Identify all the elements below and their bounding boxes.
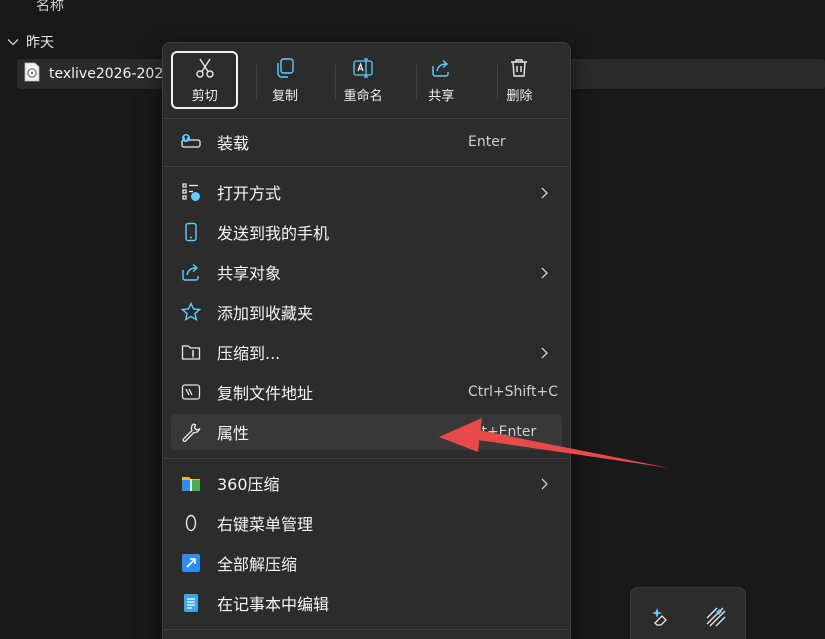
disc-image-file-icon	[23, 62, 41, 86]
scissors-icon	[194, 57, 216, 85]
cut-label: 剪切	[191, 88, 218, 104]
menu-item-label: 右键菜单管理	[217, 515, 314, 534]
chevron-right-icon	[539, 265, 551, 284]
copy-label: 复制	[272, 88, 299, 104]
menu-item-label: 添加到收藏夹	[217, 304, 314, 323]
rename-label: 重命名	[343, 88, 383, 104]
menu-item-label: 打开方式	[217, 184, 282, 203]
quickbar-divider	[256, 65, 257, 99]
group-label: 昨天	[26, 35, 54, 51]
quickbar-divider	[335, 65, 336, 99]
hatch-pattern-icon	[705, 606, 727, 632]
menu-item-properties[interactable]: 属性 Alt+Enter	[171, 414, 562, 450]
menu-item-label: 装载	[217, 134, 250, 153]
chevron-right-icon	[539, 185, 551, 204]
menu-item-label: 全部解压缩	[217, 555, 298, 574]
compress-folder-icon	[181, 342, 201, 362]
share-icon	[430, 57, 452, 85]
menu-item-copy-path[interactable]: 复制文件地址 Ctrl+Shift+C	[171, 374, 562, 410]
delete-button[interactable]: 删除	[484, 51, 555, 109]
column-header-name[interactable]: 名称	[36, 0, 64, 15]
menu-item-mount[interactable]: 装载 Enter	[171, 124, 562, 160]
open-with-icon	[181, 182, 201, 202]
menu-item-add-to-favorites[interactable]: 添加到收藏夹	[171, 294, 562, 330]
copy-icon	[274, 57, 296, 85]
menu-item-label: 共享对象	[217, 264, 282, 283]
menu-item-360-compress[interactable]: 360压缩	[171, 465, 562, 501]
star-icon	[181, 302, 201, 322]
copy-button[interactable]: 复制	[249, 51, 320, 109]
menu-item-open-with[interactable]: 打开方式	[171, 174, 562, 210]
rename-icon	[352, 57, 374, 85]
phone-icon	[181, 222, 201, 242]
menu-divider	[164, 458, 569, 459]
trash-icon	[508, 57, 530, 85]
context-menu: 剪切 复制 重命名 共享 删除 装载 Enter 打开方式 发送到我的手机 共享…	[162, 42, 571, 639]
cut-button[interactable]: 剪切	[171, 51, 239, 109]
menu-item-label: 360压缩	[217, 475, 280, 494]
share-icon	[181, 262, 201, 282]
menu-item-shortcut: Alt+Enter	[468, 424, 537, 440]
menu-item-label: 复制文件地址	[217, 384, 314, 403]
hatch-pattern-button[interactable]	[703, 606, 729, 632]
menu-item-context-menu-manager[interactable]: 右键菜单管理	[171, 505, 562, 541]
floating-toolbar	[630, 587, 746, 639]
file-name: texlive2026-2026	[49, 66, 173, 82]
wrench-icon	[181, 422, 201, 442]
path-icon	[181, 382, 201, 402]
menu-item-send-to-phone[interactable]: 发送到我的手机	[171, 214, 562, 250]
sparkle-eraser-icon	[650, 606, 672, 632]
menu-item-extract-all[interactable]: 全部解压缩	[171, 545, 562, 581]
menu-item-shortcut: Ctrl+Shift+C	[468, 384, 558, 400]
menu-item-label: 发送到我的手机	[217, 224, 330, 243]
menu-divider	[164, 629, 569, 630]
chevron-down-icon	[6, 35, 20, 49]
menu-item-edit-in-notepad[interactable]: 在记事本中编辑	[171, 585, 562, 621]
ring-icon	[181, 513, 201, 533]
menu-item-label: 在记事本中编辑	[217, 595, 330, 614]
quick-action-bar: 剪切 复制 重命名 共享 删除	[171, 51, 562, 109]
360-archive-icon	[181, 473, 201, 493]
rename-button[interactable]: 重命名	[328, 51, 399, 109]
menu-item-label: 压缩到...	[217, 344, 281, 363]
menu-item-shortcut: Enter	[468, 134, 506, 150]
menu-item-share-with[interactable]: 共享对象	[171, 254, 562, 290]
menu-item-label: 属性	[217, 424, 250, 443]
notepad-icon	[181, 593, 201, 613]
chevron-right-icon	[539, 345, 551, 364]
group-header-yesterday[interactable]: 昨天	[6, 32, 54, 52]
chevron-right-icon	[539, 476, 551, 495]
delete-label: 删除	[506, 88, 533, 104]
menu-item-compress-to[interactable]: 压缩到...	[171, 334, 562, 370]
menu-divider	[164, 166, 569, 167]
menu-divider	[164, 118, 569, 119]
sparkle-eraser-button[interactable]	[648, 606, 674, 632]
extract-icon	[181, 553, 201, 573]
quickbar-divider	[416, 65, 417, 99]
share-label: 共享	[428, 88, 455, 104]
quickbar-divider	[497, 65, 498, 99]
mount-icon	[181, 132, 201, 152]
